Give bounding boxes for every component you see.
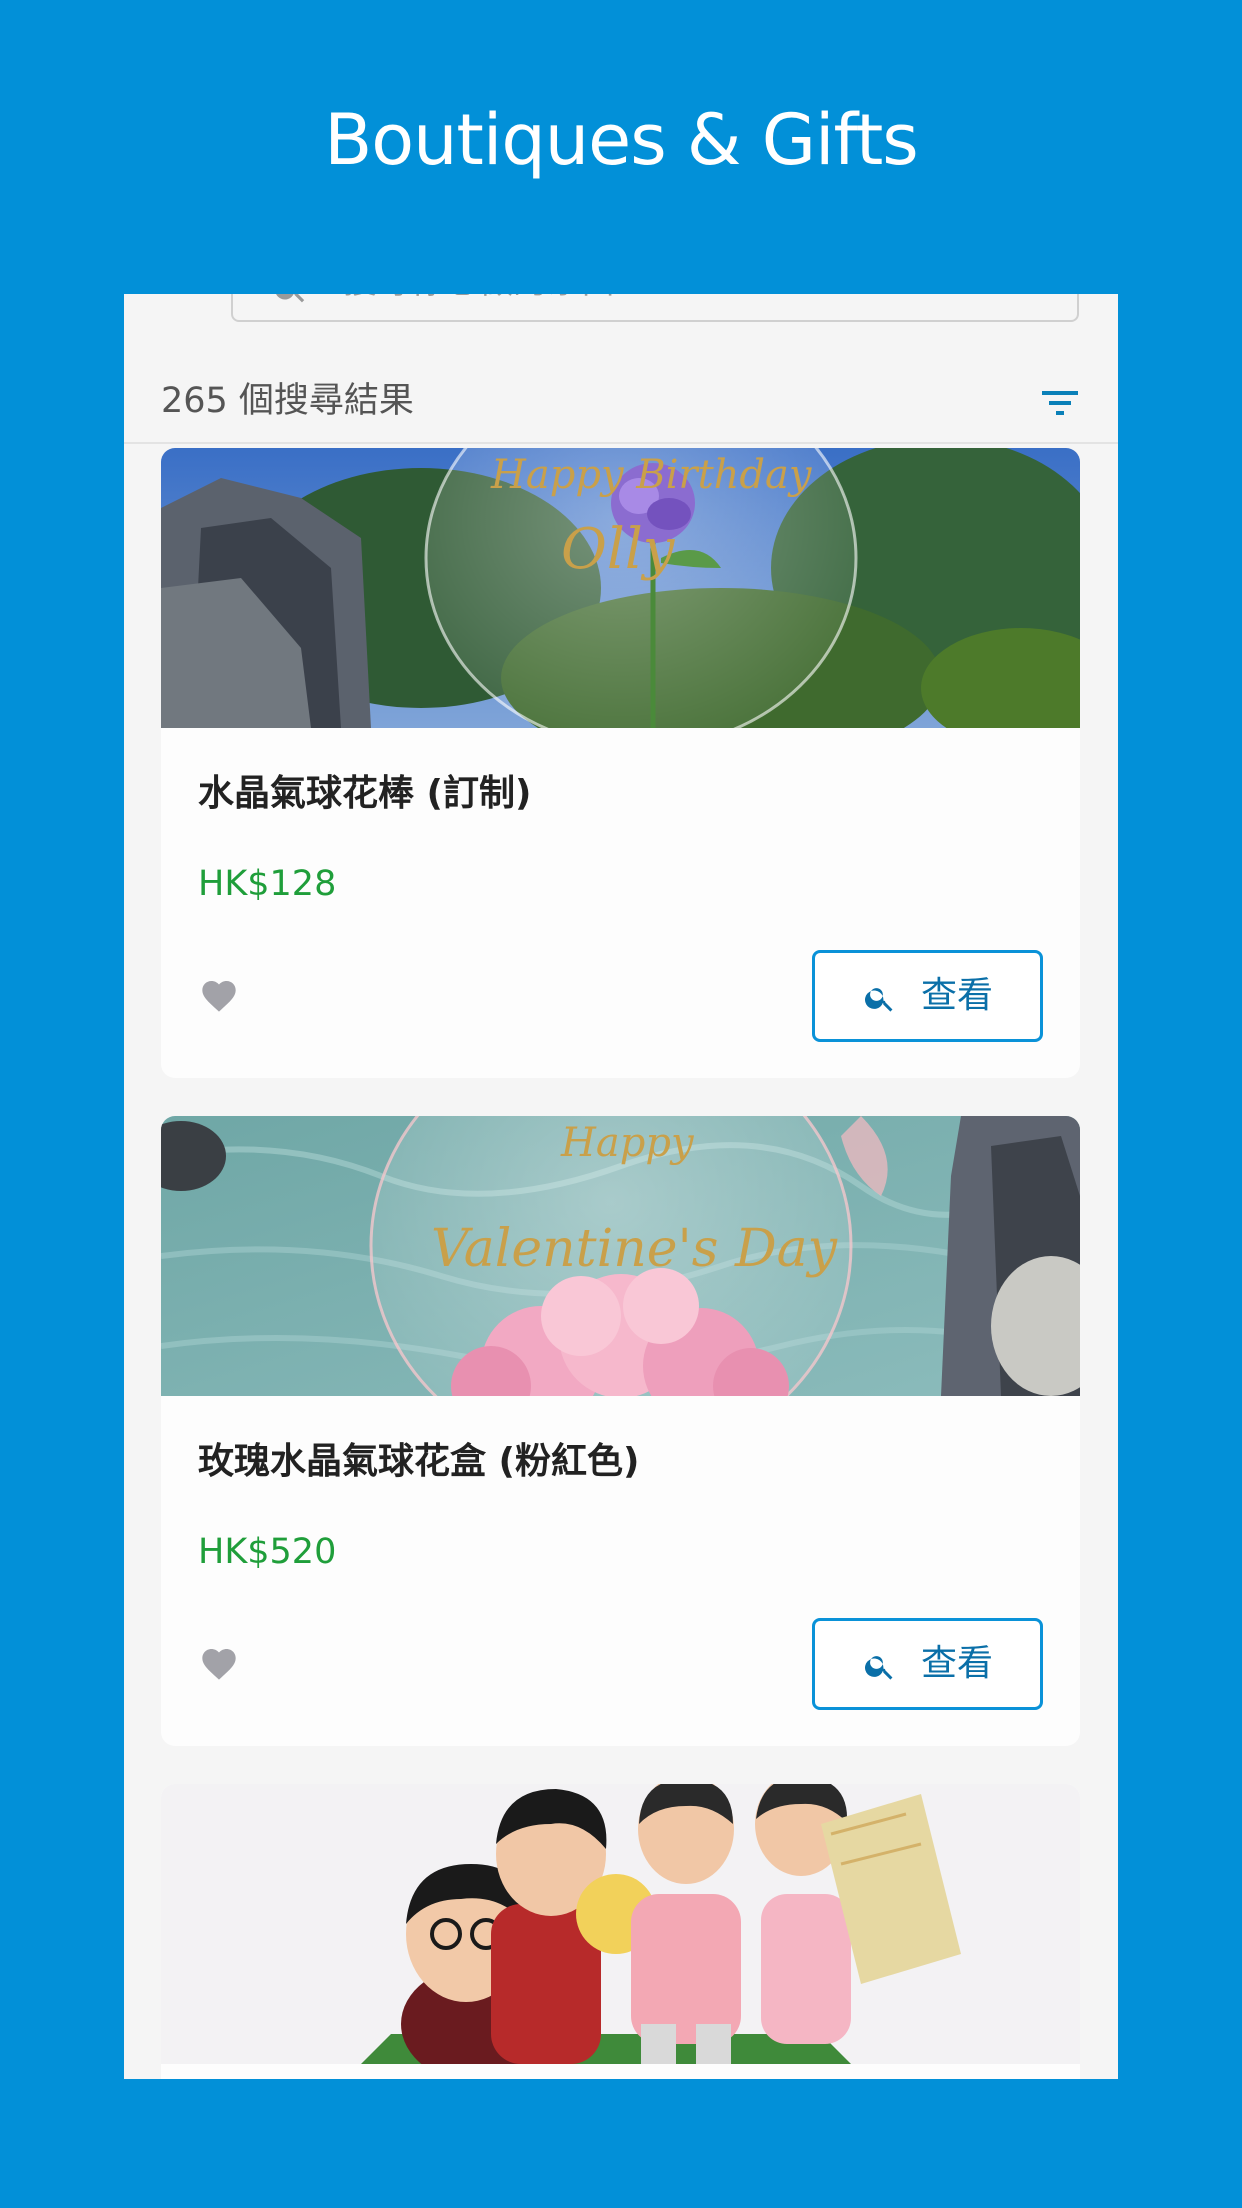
product-card[interactable]	[161, 1784, 1080, 2079]
filter-icon[interactable]	[1040, 388, 1080, 418]
page-title: Boutiques & Gifts	[324, 99, 919, 181]
divider	[124, 442, 1118, 444]
image-script: Happy Birthday	[490, 452, 813, 498]
svg-text:Olly: Olly	[561, 517, 676, 582]
product-image[interactable]: Happy Birthday Olly	[161, 448, 1080, 728]
product-card[interactable]: Happy Valentine's Day 玫瑰水晶氣球花盒 (粉紅色) HK$…	[161, 1116, 1080, 1746]
search-input[interactable]: 搜尋你想做的东西	[231, 294, 1079, 322]
search-placeholder: 搜尋你想做的东西	[343, 294, 615, 302]
search-icon	[276, 294, 305, 303]
product-price: HK$520	[198, 1532, 337, 1572]
product-price: HK$128	[198, 864, 337, 904]
product-image[interactable]: Happy Valentine's Day	[161, 1116, 1080, 1396]
heart-icon[interactable]	[199, 1644, 239, 1684]
view-button[interactable]: 查看	[812, 1618, 1043, 1710]
view-button-label: 查看	[921, 1643, 994, 1684]
search-icon	[865, 988, 893, 1012]
product-title[interactable]: 玫瑰水晶氣球花盒 (粉紅色)	[198, 1438, 639, 1486]
svg-text:Happy: Happy	[560, 1120, 695, 1166]
product-card[interactable]: Happy Birthday Olly 水晶氣球花棒 (訂制) HK$128 查…	[161, 448, 1080, 1078]
results-count: 265 個搜尋結果	[161, 381, 414, 421]
view-button-label: 查看	[921, 975, 994, 1016]
app-screen: 搜尋你想做的东西 265 個搜尋結果	[124, 294, 1118, 2079]
product-title[interactable]: 水晶氣球花棒 (訂制)	[198, 770, 531, 818]
heart-icon[interactable]	[199, 976, 239, 1016]
search-icon	[865, 1656, 893, 1680]
svg-text:Valentine's Day: Valentine's Day	[431, 1219, 838, 1279]
product-image[interactable]	[161, 1784, 1080, 2064]
results-bar: 265 個搜尋結果	[124, 362, 1118, 442]
view-button[interactable]: 查看	[812, 950, 1043, 1042]
